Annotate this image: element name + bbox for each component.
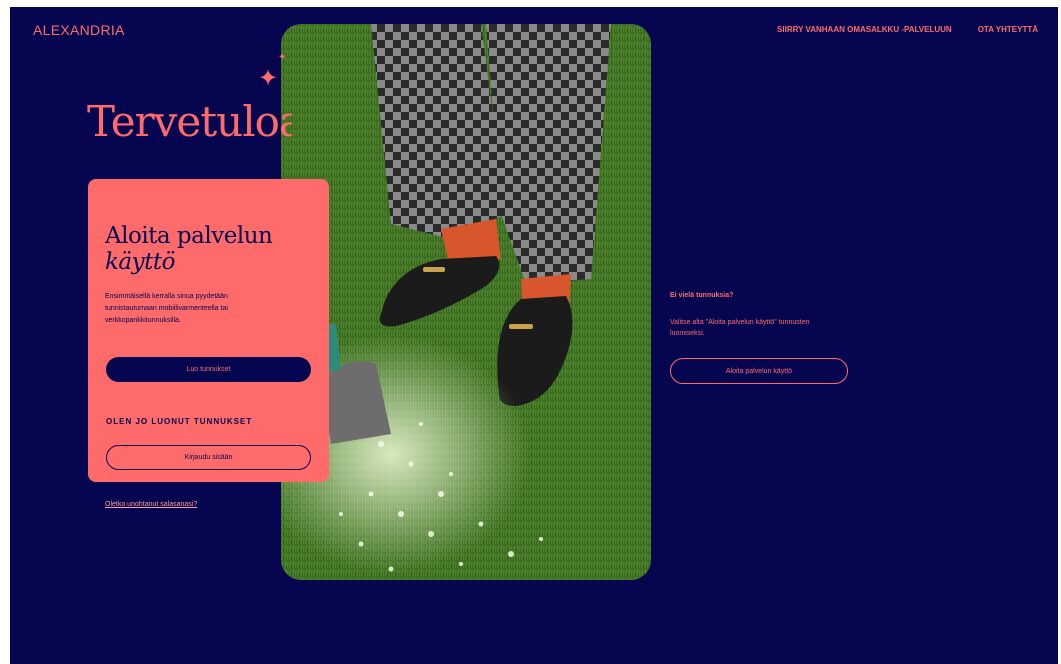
page-title: Tervetuloa	[87, 97, 292, 146]
brand-logo[interactable]: ALEXANDRIA	[33, 22, 125, 38]
forgot-password-link[interactable]: Oletko unohtanut salasanasi?	[105, 501, 197, 508]
nav-link-old-service[interactable]: SIIRRY VANHAAN OMASALKKU -PALVELUUN	[777, 25, 952, 34]
sparkle-icon: ✦	[258, 65, 279, 92]
card-description: Ensimmäisellä kerralla sinua pyydetään t…	[105, 293, 228, 324]
page-frame: ALEXANDRIA SIIRRY VANHAAN OMASALKKU -PAL…	[10, 7, 1058, 664]
no-credentials-heading: Ei vielä tunnuksia?	[670, 292, 734, 299]
nav-link-contact[interactable]: OTA YHTEYTTÄ	[978, 25, 1038, 34]
no-credentials-section: Ei vielä tunnuksia? Valitse alta "Aloita…	[670, 292, 850, 384]
start-service-button[interactable]: Aloita palvelun käyttö	[670, 358, 848, 384]
login-button[interactable]: Kirjaudu sisään	[106, 445, 311, 470]
sparkle-small-icon: ✦	[278, 52, 287, 63]
card-title: Aloita palvelun käyttö	[105, 223, 312, 275]
create-credentials-button[interactable]: Luo tunnukset	[106, 357, 311, 382]
login-card: Aloita palvelun käyttö Ensimmäisellä ker…	[88, 179, 329, 482]
card-title-line1: Aloita palvelun	[105, 223, 273, 249]
no-credentials-text: Valitse alta "Aloita palvelun käyttö" tu…	[670, 319, 810, 337]
top-nav: SIIRRY VANHAAN OMASALKKU -PALVELUUN OTA …	[777, 25, 1038, 34]
card-title-line2: käyttö	[105, 249, 175, 275]
existing-account-label: OLEN JO LUONUT TUNNUKSET	[106, 417, 253, 426]
hero-photo	[281, 24, 651, 580]
